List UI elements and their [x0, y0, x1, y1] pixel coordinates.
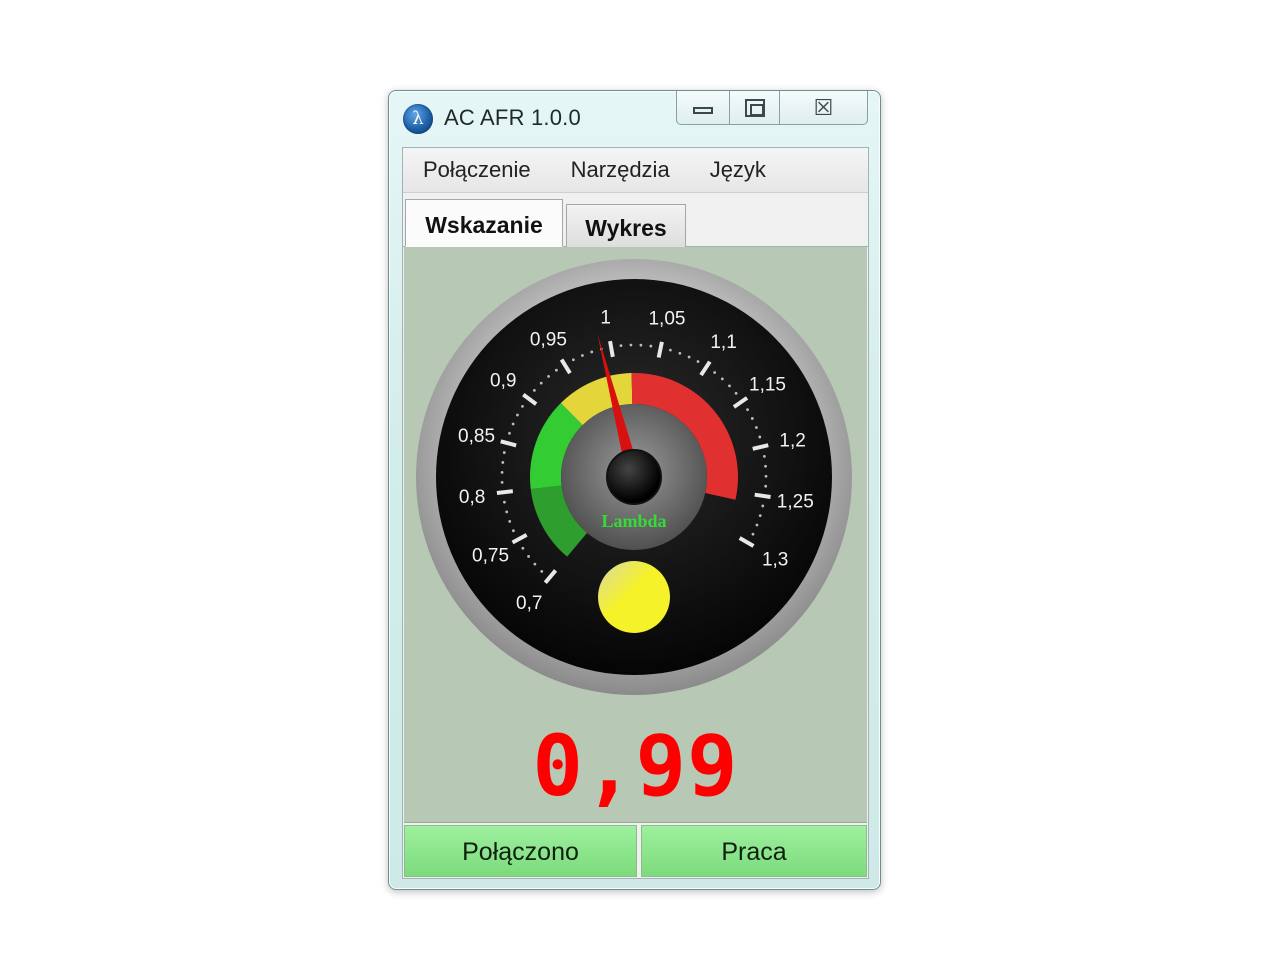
gauge-minor-tick — [527, 555, 530, 558]
gauge-minor-tick — [649, 344, 653, 348]
minimize-button[interactable] — [676, 91, 730, 125]
gauge-minor-tick — [720, 377, 724, 381]
menu-item-narzedzia[interactable]: Narzędzia — [551, 157, 690, 183]
menu-item-jezyk[interactable]: Język — [690, 157, 786, 183]
gauge-minor-tick — [758, 514, 762, 517]
close-button[interactable]: ☒ — [780, 91, 868, 125]
tab-wskazanie[interactable]: Wskazanie — [405, 199, 563, 247]
indicator-panel: 0,7 0,75 0,8 0,85 0,9 0,95 1 1,05 1,1 1,15 1,2 1,25… — [404, 247, 867, 823]
gauge-minor-tick — [512, 529, 515, 533]
gauge-hub — [606, 449, 662, 505]
menu-item-polaczenie[interactable]: Połączenie — [403, 157, 551, 183]
minimize-icon — [693, 107, 713, 114]
gauge-minor-tick — [678, 351, 682, 355]
caption-buttons: ☒ — [676, 91, 868, 127]
gauge-tick-label: 1,25 — [777, 492, 814, 513]
gauge-tick-label: 0,7 — [516, 593, 542, 614]
gauge-minor-tick — [532, 389, 536, 392]
status-bar: Połączono Praca — [404, 825, 867, 877]
status-mode: Praca — [641, 825, 867, 877]
gauge-minor-tick — [764, 474, 768, 478]
status-connection: Połączono — [404, 825, 637, 877]
gauge-minor-tick — [734, 391, 738, 395]
gauge-tick-label: 0,95 — [530, 329, 567, 350]
gauge-unit-label: Lambda — [601, 511, 666, 531]
gauge-minor-tick — [668, 348, 672, 352]
client-area: Połączenie Narzędzia Język Wskazanie Wyk… — [402, 147, 869, 879]
gauge-major-tick — [608, 340, 615, 358]
gauge-tick-label: 0,85 — [458, 426, 495, 447]
gauge-tick-label: 1,05 — [648, 308, 685, 329]
gauge-tick-label: 1 — [600, 307, 611, 328]
tab-wykres[interactable]: Wykres — [566, 204, 686, 247]
gauge-minor-tick — [500, 480, 504, 484]
gauge-minor-tick — [540, 570, 544, 573]
gauge-minor-tick — [713, 371, 717, 374]
gauge-minor-tick — [687, 355, 691, 359]
gauge-minor-tick — [521, 405, 524, 408]
app-window: λ AC AFR 1.0.0 ☒ Połączenie Narzędzia Ję… — [388, 90, 881, 890]
gauge-minor-tick — [516, 413, 519, 417]
gauge-minor-tick — [629, 343, 633, 347]
gauge-minor-tick — [581, 354, 584, 357]
gauge-tick-label: 0,9 — [490, 371, 516, 392]
gauge-tick-label: 1,3 — [762, 550, 788, 571]
gauge-minor-tick — [764, 484, 768, 488]
gauge-tick-label: 0,8 — [459, 487, 485, 508]
gauge-minor-tick — [511, 422, 515, 426]
gauge-minor-tick — [728, 384, 731, 388]
gauge-tick-label: 1,1 — [710, 332, 736, 353]
gauge-tick-label: 1,15 — [749, 375, 786, 396]
lambda-readout: 0,99 — [532, 717, 739, 815]
window-title: AC AFR 1.0.0 — [444, 105, 581, 130]
gauge-minor-tick — [547, 374, 550, 378]
gauge-minor-tick — [762, 454, 766, 458]
gauge-minor-tick — [501, 461, 505, 464]
gauge-minor-tick — [751, 532, 755, 536]
gauge-minor-tick — [758, 435, 762, 439]
gauge-minor-tick — [754, 426, 758, 429]
gauge-minor-tick — [761, 504, 765, 508]
gauge-minor-tick — [571, 358, 575, 362]
gauge-minor-tick — [755, 523, 759, 527]
gauge-minor-tick — [590, 350, 594, 354]
gauge-minor-tick — [503, 500, 506, 504]
gauge-minor-tick — [508, 520, 512, 523]
gauge-minor-tick — [746, 408, 749, 412]
gauge-minor-tick — [696, 360, 700, 363]
tab-strip: Wskazanie Wykres — [403, 194, 868, 247]
menu-bar: Połączenie Narzędzia Język — [403, 148, 868, 193]
title-bar[interactable]: λ AC AFR 1.0.0 ☒ — [389, 91, 880, 143]
gauge-tick-label: 1,2 — [779, 430, 805, 451]
gauge-minor-tick — [539, 381, 543, 385]
gauge-minor-tick — [533, 562, 537, 566]
close-icon: ☒ — [813, 94, 834, 120]
gauge-minor-tick — [750, 417, 754, 420]
gauge-major-tick — [496, 489, 514, 496]
lambda-icon[interactable]: λ — [403, 104, 433, 134]
gauge-major-tick — [754, 492, 771, 499]
gauge-minor-tick — [502, 451, 506, 454]
gauge-minor-tick — [555, 368, 558, 372]
gauge-minor-tick — [619, 344, 623, 348]
gauge-minor-tick — [508, 431, 511, 435]
gauge-minor-tick — [521, 546, 525, 550]
maximize-button[interactable] — [730, 91, 780, 125]
lambda-gauge: 0,7 0,75 0,8 0,85 0,9 0,95 1 1,05 1,1 1,15 1,2 1,25… — [416, 259, 852, 695]
status-lamp — [598, 561, 670, 633]
gauge-minor-tick — [764, 464, 767, 468]
gauge-minor-tick — [500, 470, 504, 474]
gauge-minor-tick — [505, 510, 509, 514]
gauge-tick-label: 0,75 — [472, 545, 509, 566]
gauge-minor-tick — [639, 343, 643, 347]
maximize-icon — [744, 98, 765, 117]
